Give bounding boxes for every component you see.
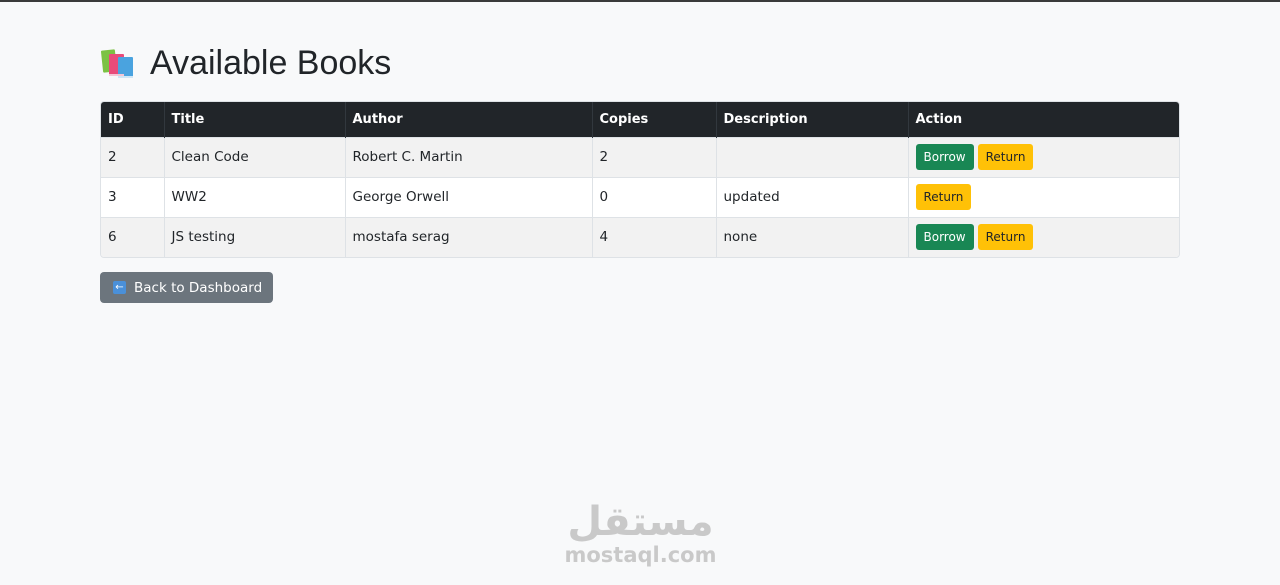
cell-title: Clean Code [164, 136, 346, 177]
books-table: ID Title Author Copies Description Actio… [100, 101, 1180, 258]
back-arrow-icon: ← [113, 281, 126, 294]
cell-action: Return [908, 176, 1179, 217]
cell-copies: 4 [592, 216, 717, 257]
page-title-text: Available Books [150, 43, 392, 82]
cell-id: 3 [101, 176, 165, 217]
cell-description: updated [716, 176, 909, 217]
cell-action: Borrow Return [908, 216, 1179, 257]
return-button[interactable]: Return [915, 184, 972, 210]
table-row: 6 JS testing mostafa serag 4 none Borrow… [101, 216, 1179, 257]
cell-copies: 0 [592, 176, 717, 217]
cell-author: George Orwell [345, 176, 593, 217]
cell-author: Robert C. Martin [345, 136, 593, 177]
books-icon [100, 46, 136, 80]
return-button[interactable]: Return [977, 144, 1034, 170]
watermark-arabic: مستقل [567, 499, 714, 545]
header-id: ID [101, 102, 165, 137]
cell-author: mostafa serag [345, 216, 593, 257]
watermark-latin: mostaql.com [564, 543, 717, 567]
cell-copies: 2 [592, 136, 717, 177]
header-title: Title [164, 102, 346, 137]
header-copies: Copies [592, 102, 717, 137]
cell-description [716, 136, 909, 177]
back-button-label: Back to Dashboard [134, 279, 263, 296]
table-header-row: ID Title Author Copies Description Actio… [101, 102, 1179, 137]
top-border [0, 0, 1280, 2]
header-action: Action [908, 102, 1179, 137]
back-to-dashboard-button[interactable]: ← Back to Dashboard [100, 272, 274, 303]
borrow-button[interactable]: Borrow [915, 224, 974, 251]
table-row: 3 WW2 George Orwell 0 updated Return [101, 176, 1179, 217]
header-author: Author [345, 102, 593, 137]
cell-title: JS testing [164, 216, 346, 257]
cell-id: 2 [101, 136, 165, 177]
borrow-button[interactable]: Borrow [915, 144, 974, 170]
table-row: 2 Clean Code Robert C. Martin 2 Borrow Re… [101, 136, 1179, 177]
header-description: Description [716, 102, 909, 137]
cell-title: WW2 [164, 176, 346, 217]
main-content: Available Books ID Title Author Copies D… [100, 40, 1180, 303]
cell-description: none [716, 216, 909, 257]
return-button[interactable]: Return [977, 224, 1034, 251]
cell-id: 6 [101, 216, 165, 257]
watermark-logo: مستقل mostaql.com [563, 500, 718, 566]
page-title: Available Books [100, 40, 1180, 86]
cell-action: Borrow Return [908, 136, 1179, 177]
